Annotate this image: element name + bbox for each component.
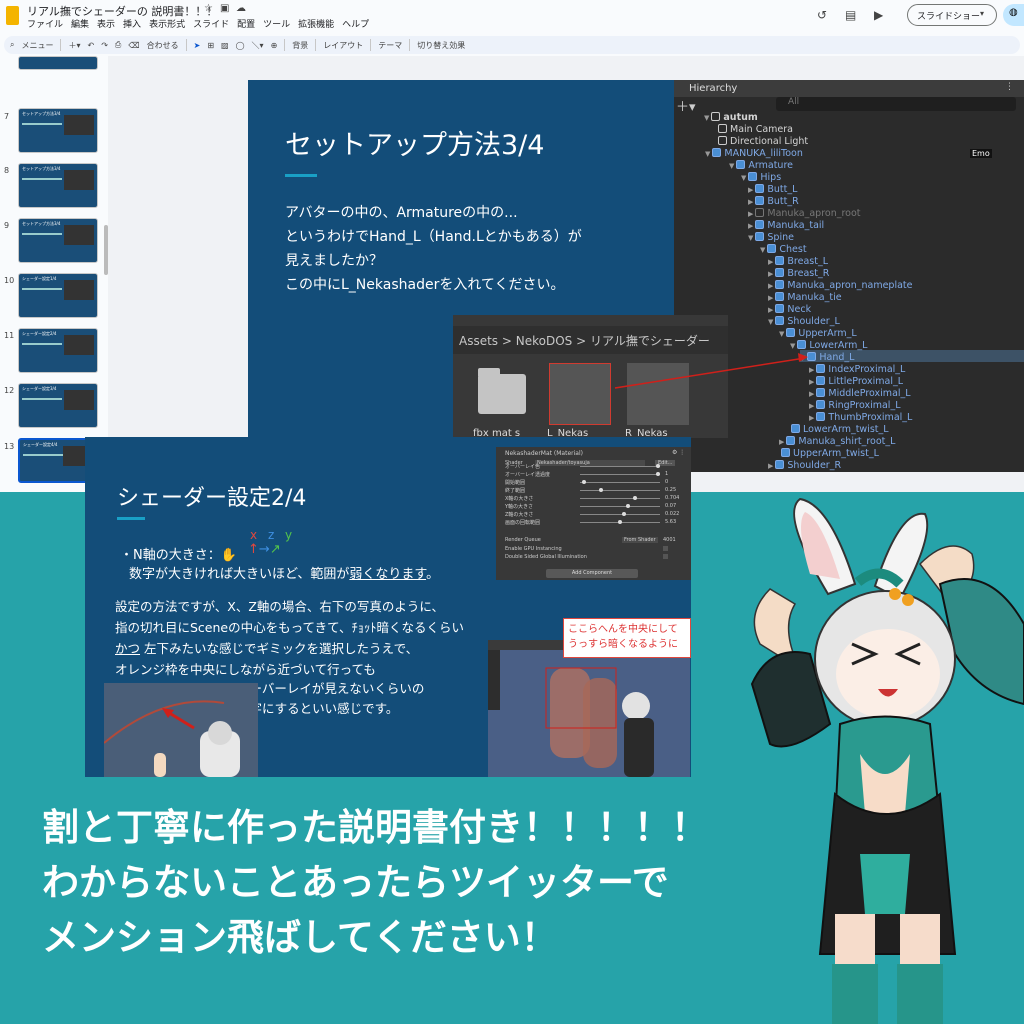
property-slider[interactable] <box>580 506 660 507</box>
desc-emphasis: 弱くなります <box>349 567 427 582</box>
axis-y-label: y <box>285 528 293 542</box>
paragraph-line: オーバーレイが見えないくらいの <box>237 681 425 696</box>
finger-shape <box>583 678 617 768</box>
callout-line: ここらへんを中央にして <box>568 624 678 635</box>
paragraph-line: オレンジ枠を中央にしながら近づいて行っても <box>115 662 376 677</box>
property-slider[interactable] <box>580 466 660 467</box>
property-value[interactable]: 0.022 <box>665 511 679 517</box>
desc-text: 数字が大きければ大きいほど、範囲が <box>129 567 350 582</box>
property-slider[interactable] <box>580 490 660 491</box>
property-label: オーバーレイ透過度 <box>505 472 550 478</box>
emphasis: かつ <box>115 641 141 656</box>
callout-line: うっすら暗くなるように <box>568 639 678 650</box>
slider-knob[interactable] <box>621 512 626 516</box>
scene-screenshot-left <box>104 683 258 777</box>
callout-text: ここらへんを中央にして うっすら暗くなるように <box>568 622 678 652</box>
paragraph-line: 設定の方法ですが、X、Z軸の場合、右下の写真のように、 <box>115 599 445 614</box>
slide-title: シェーダー設定2/4 <box>117 486 307 511</box>
avatar-body <box>624 718 654 777</box>
property-label: 終了範囲 <box>505 488 526 494</box>
property-value[interactable]: 0.25 <box>665 487 676 493</box>
n-axis-label: ・N軸の大きさ：✋ <box>120 544 237 563</box>
banner-line: 割と丁寧に作った説明書付き！！！！！ <box>42 806 708 849</box>
render-queue-label: Render Queue <box>505 537 541 543</box>
scene-screenshot-right <box>488 640 690 777</box>
add-component-button[interactable]: Add Component <box>546 569 638 578</box>
avatar-head <box>208 721 232 745</box>
double-sided-gi-label: Double Sided Global Illumination <box>505 554 587 560</box>
slider-knob[interactable] <box>656 472 660 476</box>
paragraph-line: かつ 左下みたいな感じでギミックを選択したうえで、 <box>115 638 464 659</box>
inspector-settings-icon[interactable]: ⚙ ⋮ <box>672 449 685 456</box>
right-ear <box>873 512 929 601</box>
gpu-instancing-checkbox[interactable] <box>663 546 668 551</box>
method-paragraph: 設定の方法ですが、X、Z軸の場合、右下の写真のように、 指の切れ目にSceneの… <box>115 596 464 680</box>
property-value[interactable]: 0.704 <box>665 495 679 501</box>
avatar-head <box>622 692 650 720</box>
left-stocking <box>832 964 878 1024</box>
root: { "app": { "doc_title": "リアル撫でシェーダーの 説明書… <box>0 0 1024 1024</box>
slider-knob[interactable] <box>656 464 660 468</box>
right-stocking <box>897 964 943 1024</box>
method-paragraph-tail: オーバーレイが見えないくらいの 数字にするといい感じです。 <box>237 679 424 719</box>
render-queue-mode[interactable]: From Shader <box>622 537 658 543</box>
slider-knob[interactable] <box>599 488 603 492</box>
axis-x-label: x <box>250 528 258 542</box>
property-label: 開始範囲 <box>505 480 526 486</box>
property-label: Z軸の大きさ <box>505 512 534 518</box>
property-slider[interactable] <box>580 482 660 483</box>
paragraph-text: 左下みたいな感じでギミックを選択したうえで、 <box>140 641 419 656</box>
axis-z-label: z <box>268 528 275 542</box>
n-axis-text: ・N軸の大きさ： <box>120 548 221 563</box>
banner-line: わからないことあったらツイッターで <box>42 861 669 904</box>
property-value[interactable]: 0 <box>665 479 668 485</box>
gpu-instancing-label: Enable GPU Instancing <box>505 546 562 552</box>
property-value[interactable]: 0.07 <box>665 503 676 509</box>
property-label: オーバーレイ色 <box>505 464 540 470</box>
title-underline <box>117 517 145 520</box>
slider-knob[interactable] <box>618 520 622 524</box>
inspector-header: NekashaderMat (Material) <box>505 450 583 457</box>
axis-arrows-icon: ↑→↗ <box>248 542 281 557</box>
property-slider[interactable] <box>580 514 660 515</box>
property-value[interactable]: 5.63 <box>665 519 676 525</box>
scene-tools <box>488 650 500 710</box>
shorts <box>860 854 910 914</box>
property-value[interactable]: 1 <box>665 471 668 477</box>
paragraph-line: 数字にするといい感じです。 <box>237 701 399 716</box>
double-sided-gi-checkbox[interactable] <box>663 554 668 559</box>
property-slider[interactable] <box>580 474 660 475</box>
red-arrow-line <box>614 357 806 389</box>
slider-knob[interactable] <box>581 480 586 484</box>
scene-illustration <box>488 640 690 777</box>
property-slider[interactable] <box>580 498 660 499</box>
scene-illustration <box>104 700 240 777</box>
promo-banner: 割と丁寧に作った説明書付き！！！！！ わからないことあったらツイッターで メンシ… <box>42 800 708 965</box>
hand-icon: ✋ <box>220 548 237 563</box>
property-label: X軸の大きさ <box>505 496 534 502</box>
property-label: Y軸の大きさ <box>505 504 534 510</box>
paragraph-line: 指の切れ目にSceneの中心をもってきて、ﾁｮｯﾄ暗くなるくらい <box>115 620 464 635</box>
red-arrowhead <box>798 353 808 362</box>
render-queue-value[interactable]: 4001 <box>663 537 676 543</box>
banner-line: メンション飛ばしてください！ <box>42 916 558 959</box>
hand-figure <box>154 753 166 777</box>
property-label: 画面の回転範囲 <box>505 520 541 526</box>
slider-knob[interactable] <box>625 504 630 508</box>
hair-ornament <box>902 594 914 606</box>
face <box>836 629 940 719</box>
desc-text: 。 <box>426 567 440 582</box>
hair-ornament <box>889 588 901 600</box>
n-axis-description: 数字が大きければ大きいほど、範囲が弱くなります。 <box>129 563 439 582</box>
bunny-avatar-illustration <box>750 497 1024 1024</box>
